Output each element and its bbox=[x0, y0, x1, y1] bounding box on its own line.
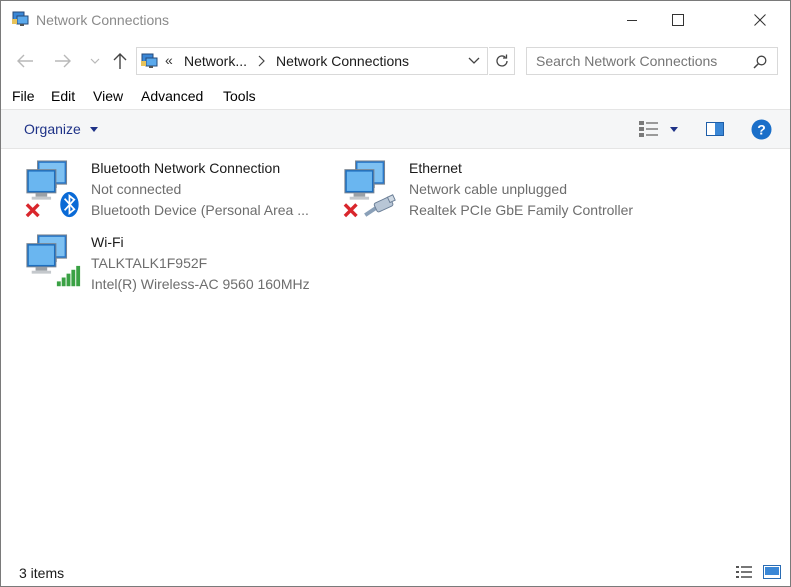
address-bar[interactable]: « Network... Network Connections bbox=[136, 47, 488, 75]
caret-down-icon[interactable] bbox=[670, 127, 678, 132]
search-box[interactable] bbox=[526, 47, 778, 75]
breadcrumb-network-connections[interactable]: Network Connections bbox=[276, 53, 409, 69]
change-view-icon[interactable] bbox=[638, 120, 660, 138]
wifi-signal-bars-icon bbox=[56, 265, 81, 287]
network-connections-icon bbox=[12, 11, 30, 27]
window-title: Network Connections bbox=[36, 12, 170, 28]
preview-pane-icon[interactable] bbox=[706, 122, 724, 136]
connection-wifi[interactable]: Wi-Fi TALKTALK1F952F Intel(R) Wireless-A… bbox=[23, 233, 323, 303]
menu-bar: File Edit View Advanced Tools bbox=[1, 86, 790, 108]
network-adapter-icon bbox=[25, 160, 79, 218]
forward-arrow-icon bbox=[55, 54, 71, 68]
help-icon[interactable]: ? bbox=[751, 119, 772, 140]
back-arrow-icon bbox=[17, 54, 33, 68]
network-connections-icon bbox=[141, 53, 159, 69]
back-button[interactable] bbox=[13, 49, 37, 73]
connection-status: Network cable unplugged bbox=[409, 181, 567, 197]
disconnected-x-icon bbox=[343, 203, 358, 218]
menu-edit[interactable]: Edit bbox=[51, 88, 75, 104]
menu-advanced[interactable]: Advanced bbox=[141, 88, 203, 104]
close-button[interactable] bbox=[737, 1, 783, 39]
disconnected-x-icon bbox=[25, 203, 40, 218]
chevron-right-icon[interactable] bbox=[257, 55, 265, 67]
minimize-button[interactable] bbox=[609, 1, 655, 39]
connection-name: Ethernet bbox=[409, 160, 462, 176]
connection-device: Bluetooth Device (Personal Area ... bbox=[91, 202, 309, 218]
connection-status: TALKTALK1F952F bbox=[91, 255, 208, 271]
connection-bluetooth[interactable]: Bluetooth Network Connection Not connect… bbox=[23, 159, 323, 229]
large-icons-view-icon[interactable] bbox=[763, 565, 781, 579]
connection-device: Realtek PCIe GbE Family Controller bbox=[409, 202, 634, 218]
maximize-button[interactable] bbox=[655, 1, 701, 39]
status-bar: 3 items bbox=[1, 558, 790, 586]
forward-button[interactable] bbox=[51, 49, 75, 73]
item-count: 3 items bbox=[19, 565, 65, 581]
minimize-icon bbox=[627, 20, 637, 21]
network-connections-window: Network Connections « Network... Network… bbox=[0, 0, 791, 587]
connection-device: Intel(R) Wireless-AC 9560 160MHz bbox=[91, 276, 310, 292]
navigation-bar: « Network... Network Connections bbox=[1, 45, 790, 77]
close-icon bbox=[754, 14, 766, 26]
title-bar: Network Connections bbox=[1, 1, 790, 39]
command-bar: Organize ? bbox=[1, 109, 790, 149]
address-overflow-button[interactable]: « bbox=[165, 52, 173, 68]
menu-file[interactable]: File bbox=[12, 88, 35, 104]
ethernet-cable-icon bbox=[364, 194, 396, 217]
organize-button[interactable]: Organize bbox=[24, 121, 81, 137]
network-adapter-icon bbox=[343, 160, 396, 218]
network-adapter-icon bbox=[26, 234, 81, 287]
menu-tools[interactable]: Tools bbox=[223, 88, 256, 104]
maximize-icon bbox=[672, 14, 684, 26]
connection-status: Not connected bbox=[91, 181, 182, 197]
caret-down-icon[interactable] bbox=[90, 127, 98, 132]
up-arrow-icon bbox=[113, 53, 127, 69]
connection-ethernet[interactable]: Ethernet Network cable unplugged Realtek… bbox=[341, 159, 641, 229]
chevron-down-icon[interactable] bbox=[468, 57, 480, 65]
refresh-button[interactable] bbox=[489, 47, 515, 75]
details-view-icon[interactable] bbox=[735, 565, 753, 579]
connection-name: Bluetooth Network Connection bbox=[91, 160, 281, 176]
refresh-icon bbox=[495, 54, 508, 67]
search-icon[interactable] bbox=[753, 55, 767, 69]
chevron-down-icon bbox=[90, 58, 100, 64]
bluetooth-icon bbox=[60, 191, 79, 218]
breadcrumb-network[interactable]: Network... bbox=[184, 53, 247, 69]
svg-text:?: ? bbox=[757, 122, 766, 138]
menu-view[interactable]: View bbox=[93, 88, 123, 104]
connection-name: Wi-Fi bbox=[91, 234, 124, 250]
recent-locations-button[interactable] bbox=[83, 49, 107, 73]
up-button[interactable] bbox=[108, 49, 132, 73]
connections-list: Bluetooth Network Connection Not connect… bbox=[1, 148, 790, 548]
search-input[interactable] bbox=[536, 53, 736, 69]
